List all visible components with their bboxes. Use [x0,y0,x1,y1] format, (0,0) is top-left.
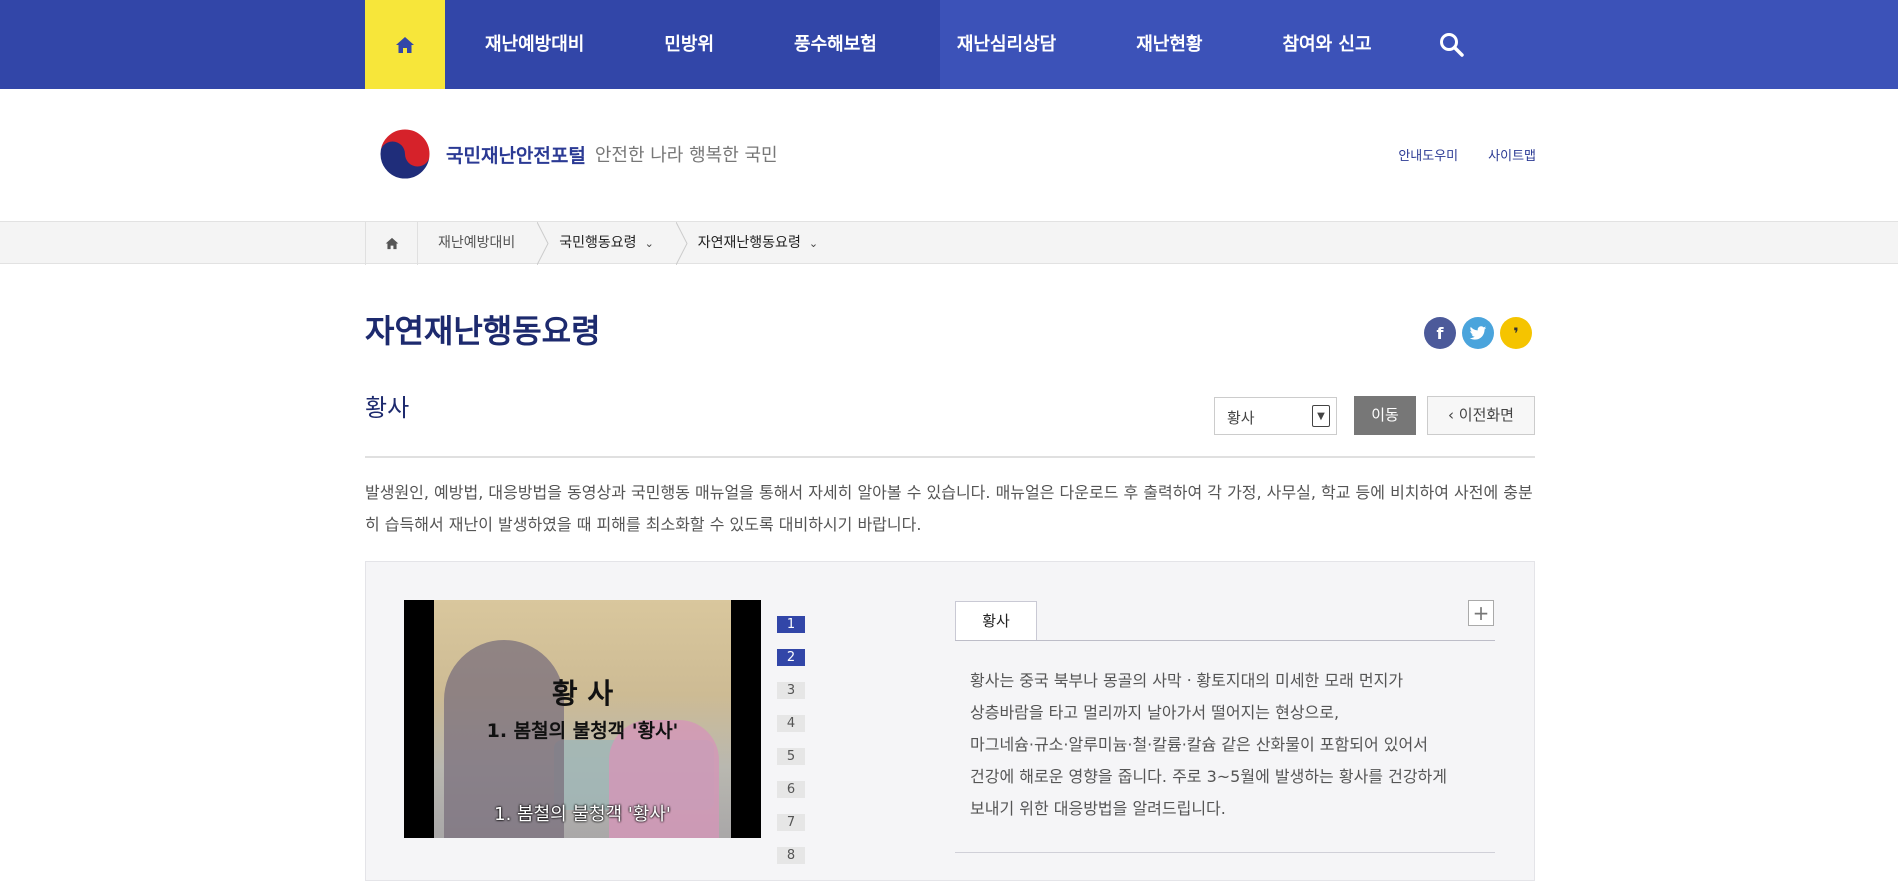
facebook-icon[interactable]: f [1424,317,1456,349]
chapter-button[interactable]: 5 [777,748,805,765]
chapter-list: 1 2 3 4 5 6 7 8 [777,616,805,880]
home-icon [385,237,398,250]
info-line: 건강에 해로운 영향을 줍니다. 주로 3~5월에 발생하는 황사를 건강하게 [970,767,1447,786]
tab-yellow-dust[interactable]: 황사 [955,601,1037,641]
section-subtitle: 황사 [365,394,410,422]
guide-link[interactable]: 안내도우미 [1398,145,1458,164]
page-title: 자연재난행동요령 [365,312,601,350]
utility-links: 안내도우미 사이트맵 [1398,145,1536,164]
nav-item-civil-defense[interactable]: 민방위 [624,0,754,89]
info-text: 황사는 중국 북부나 몽골의 사막ㆍ황토지대의 미세한 모래 먼지가 상층바람을… [970,665,1490,825]
breadcrumb-item-natural-disaster[interactable]: 자연재난행동요령 ⌄ [678,222,842,265]
previous-label: 이전화면 [1458,406,1514,424]
video-title: 황 사 [551,677,614,710]
breadcrumb-label: 자연재난행동요령 [697,235,801,251]
breadcrumb-home[interactable] [365,222,418,265]
nav-item-disaster-status[interactable]: 재난현황 [1096,0,1242,89]
chapter-button[interactable]: 2 [777,649,805,666]
plus-icon[interactable]: + [1468,600,1494,626]
site-logo[interactable]: 국민재난안전포털 안전한 나라 행복한 국민 [378,127,778,181]
disaster-type-select[interactable]: 황사 ▼ [1214,397,1337,435]
video-player[interactable]: 황 사 1. 봄철의 불청객 '황사' 1. 봄철의 불청객 '황사' [404,600,761,838]
breadcrumb-item-disaster-prep[interactable]: 재난예방대비 [418,222,549,265]
nav-item-participation[interactable]: 참여와 신고 [1242,0,1411,89]
chapter-button[interactable]: 8 [777,847,805,864]
chevron-down-icon: ⌄ [644,237,654,250]
chevron-down-icon: ▼ [1312,405,1330,427]
breadcrumb-label: 재난예방대비 [438,235,516,251]
search-icon [1439,32,1464,57]
chapter-button[interactable]: 4 [777,715,805,732]
chapter-button[interactable]: 1 [777,616,805,633]
nav-menu: 재난예방대비 민방위 풍수해보험 재난심리상담 재난현황 참여와 신고 [365,0,1482,89]
home-icon [396,36,414,53]
chevron-down-icon: ⌄ [808,237,819,250]
info-line: 상층바람을 타고 멀리까지 날아가서 떨어지는 현상으로, [970,703,1340,722]
go-button[interactable]: 이동 [1354,396,1416,435]
home-button[interactable] [365,0,445,89]
social-share: f ❜ [1424,317,1532,349]
info-line: 마그네슘·규소·알루미늄·철·칼륨·칼슘 같은 산화물이 포함되어 있어서 [970,735,1428,754]
top-navigation: 재난예방대비 민방위 풍수해보험 재난심리상담 재난현황 참여와 신고 [0,0,1898,89]
nav-item-psych-counseling[interactable]: 재난심리상담 [917,0,1096,89]
info-line: 황사는 중국 북부나 몽골의 사막ㆍ황토지대의 미세한 모래 먼지가 [970,671,1404,690]
search-button[interactable] [1422,0,1482,89]
site-header: 국민재난안전포털 안전한 나라 행복한 국민 안내도우미 사이트맵 [0,89,1898,221]
nav-item-disaster-prep[interactable]: 재난예방대비 [445,0,624,89]
breadcrumb: 재난예방대비 국민행동요령 ⌄ 자연재난행동요령 ⌄ [365,222,842,265]
page-description: 발생원인, 예방법, 대응방법을 동영상과 국민행동 매뉴얼을 통해서 자세히 … [365,483,1533,534]
chapter-button[interactable]: 6 [777,781,805,798]
kakaostory-icon[interactable]: ❜ [1500,317,1532,349]
section-divider [365,456,1535,458]
previous-page-button[interactable]: ‹ 이전화면 [1427,396,1535,435]
video-subtitle: 1. 봄철의 불청객 '황사' [486,720,679,742]
video-caption: 1. 봄철의 불청객 '황사' [494,804,671,825]
logo-subtitle: 안전한 나라 행복한 국민 [594,145,778,166]
logo-title: 국민재난안전포털 [446,144,586,167]
info-line: 보내기 위한 대응방법을 알려드립니다. [970,799,1226,818]
twitter-icon[interactable] [1462,317,1494,349]
taegeuk-logo-icon [379,128,431,180]
sitemap-link[interactable]: 사이트맵 [1488,145,1536,164]
chevron-left-icon: ‹ [1448,406,1459,424]
select-value: 황사 [1227,409,1255,427]
breadcrumb-bar: 재난예방대비 국민행동요령 ⌄ 자연재난행동요령 ⌄ [0,221,1898,265]
tab-underline [955,640,1495,641]
chapter-button[interactable]: 7 [777,814,805,831]
chapter-button[interactable]: 3 [777,682,805,699]
breadcrumb-label: 국민행동요령 [559,235,637,251]
nav-item-flood-insurance[interactable]: 풍수해보험 [754,0,917,89]
info-divider [955,852,1495,853]
breadcrumb-item-behavior-guide[interactable]: 국민행동요령 ⌄ [539,222,688,265]
